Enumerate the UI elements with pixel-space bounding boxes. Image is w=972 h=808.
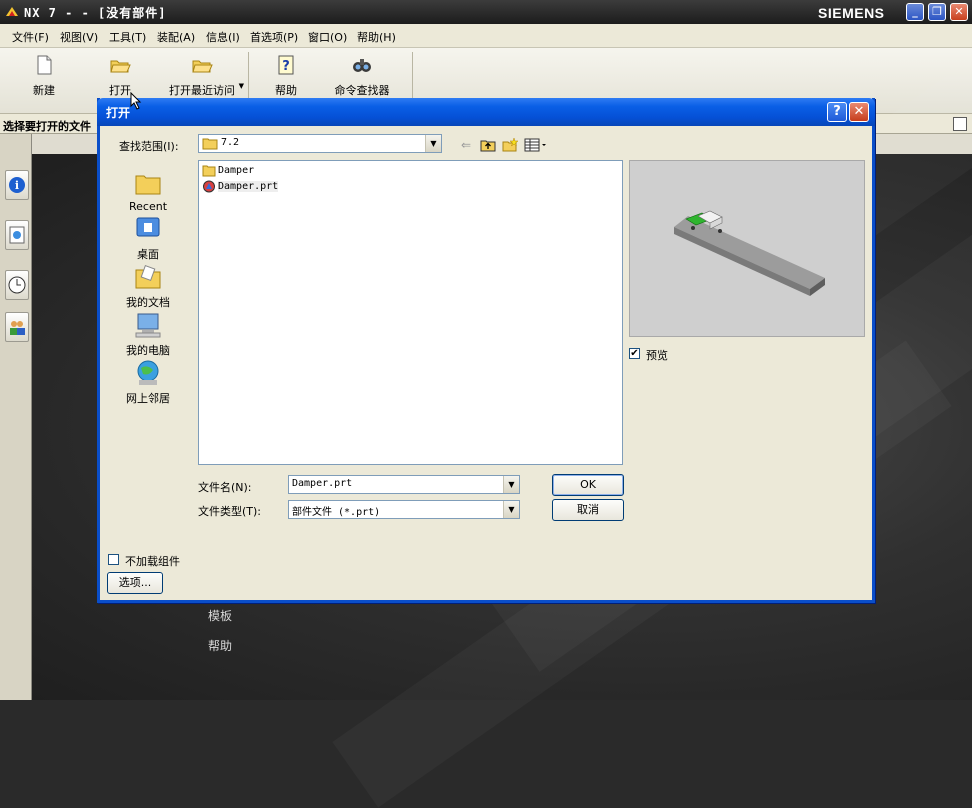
info-icon: i xyxy=(9,177,25,193)
new-file-icon xyxy=(37,55,52,75)
ok-button[interactable]: OK xyxy=(552,474,624,496)
back-icon[interactable]: ⇐ xyxy=(458,137,474,153)
new-folder-icon[interactable] xyxy=(502,137,519,153)
file-type-label: 文件类型(T): xyxy=(198,505,262,518)
mouse-cursor-icon xyxy=(130,92,142,110)
no-load-components-label: 不加载组件 xyxy=(125,555,180,568)
open-dialog: 打开 ? ✕ 查找范围(I): 7.2 ▼ ⇐ Recent 桌面 我的文档 我… xyxy=(97,98,875,603)
recent-folder-icon xyxy=(135,175,161,195)
preview-checkbox[interactable]: ✔ xyxy=(629,348,640,359)
no-load-components-checkbox[interactable] xyxy=(108,554,119,565)
app-title: NX 7 - - [没有部件] xyxy=(24,6,167,20)
dialog-titlebar: 打开 ? ✕ xyxy=(97,98,875,126)
file-type-select[interactable]: 部件文件 (*.prt) ▼ xyxy=(288,500,520,519)
look-in-label: 查找范围(I): xyxy=(119,140,179,153)
file-list-item[interactable]: Damper.prt xyxy=(202,179,279,194)
part-preview xyxy=(629,160,865,337)
cue-text: 选择要打开的文件 xyxy=(3,120,91,133)
desktop-icon xyxy=(136,217,160,237)
dropdown-arrow-icon[interactable]: ▼ xyxy=(503,476,519,493)
network-globe-icon xyxy=(137,360,159,385)
damper-part-preview-image xyxy=(674,210,825,296)
open-recent-button[interactable]: 打开最近访问 ▼ xyxy=(164,54,244,98)
menu-preferences[interactable]: 首选项(P) xyxy=(250,29,298,45)
place-my-computer[interactable]: 我的电脑 xyxy=(112,310,184,358)
open-recent-label: 打开最近访问 xyxy=(169,84,235,97)
dropdown-arrow-icon[interactable]: ▼ xyxy=(425,135,441,152)
resource-bar: i xyxy=(0,134,32,700)
place-label: Recent xyxy=(128,200,168,213)
svg-text:i: i xyxy=(15,179,19,192)
view-menu-icon[interactable] xyxy=(524,137,548,153)
place-label: 网上邻居 xyxy=(126,392,170,405)
command-finder-label: 命令查找器 xyxy=(334,84,390,97)
file-name-label: 文件名(N): xyxy=(198,481,252,494)
place-label: 我的文档 xyxy=(126,296,170,309)
minimize-button[interactable]: _ xyxy=(906,3,924,21)
menu-view[interactable]: 视图(V) xyxy=(60,29,98,45)
menu-window[interactable]: 窗口(O) xyxy=(308,29,347,45)
resource-info-tab[interactable]: i xyxy=(5,170,29,200)
file-list[interactable]: Damper Damper.prt xyxy=(198,160,623,465)
place-desktop[interactable]: 桌面 xyxy=(112,214,184,262)
resource-web-tab[interactable] xyxy=(5,220,29,250)
resource-roles-tab[interactable] xyxy=(5,312,29,342)
menu-bar: 文件(F) 视图(V) 工具(T) 装配(A) 信息(I) 首选项(P) 窗口(… xyxy=(0,24,972,48)
web-browser-icon xyxy=(9,226,25,244)
resource-history-tab[interactable] xyxy=(5,270,29,300)
nx-part-file-icon xyxy=(203,180,215,193)
close-button[interactable]: ✕ xyxy=(950,3,968,21)
file-list-item[interactable]: Damper xyxy=(202,163,254,178)
menu-assemblies[interactable]: 装配(A) xyxy=(157,29,195,45)
file-name-value: Damper.prt xyxy=(292,478,353,489)
svg-text:?: ? xyxy=(282,59,290,74)
app-titlebar: NX 7 - - [没有部件] SIEMENS _ ❐ ✕ xyxy=(0,0,972,24)
options-button[interactable]: 选项... xyxy=(107,572,163,594)
dropdown-arrow-icon[interactable]: ▼ xyxy=(239,82,244,90)
help-icon: ? xyxy=(278,55,294,75)
folder-icon xyxy=(202,138,218,150)
place-recent[interactable]: Recent xyxy=(112,168,184,213)
restore-button[interactable]: ❐ xyxy=(928,3,946,21)
command-finder-button[interactable]: 命令查找器 xyxy=(330,54,394,98)
place-label: 桌面 xyxy=(137,248,159,261)
menu-information[interactable]: 信息(I) xyxy=(206,29,240,45)
new-button[interactable]: 新建 xyxy=(20,54,68,98)
folder-icon xyxy=(202,165,216,177)
siemens-brand: SIEMENS xyxy=(818,5,885,21)
place-network[interactable]: 网上邻居 xyxy=(112,358,184,406)
look-in-value: 7.2 xyxy=(221,137,240,148)
help-button[interactable]: ? 帮助 xyxy=(262,54,310,98)
binoculars-icon xyxy=(353,59,371,72)
help-link[interactable]: 帮助 xyxy=(208,637,232,654)
open-label: 打开 xyxy=(109,84,131,97)
roles-icon xyxy=(10,321,25,335)
up-folder-icon[interactable] xyxy=(480,137,496,153)
menu-file[interactable]: 文件(F) xyxy=(12,29,49,45)
my-documents-icon xyxy=(135,265,161,289)
file-name: Damper.prt xyxy=(218,181,279,192)
new-label: 新建 xyxy=(33,84,55,97)
menu-help[interactable]: 帮助(H) xyxy=(357,29,396,45)
help-label: 帮助 xyxy=(275,84,297,97)
file-name: Damper xyxy=(218,165,255,176)
preview-label: 预览 xyxy=(646,349,668,362)
dialog-help-button[interactable]: ? xyxy=(827,102,847,122)
place-my-documents[interactable]: 我的文档 xyxy=(112,262,184,310)
template-link[interactable]: 模板 xyxy=(208,607,232,624)
open-recent-icon xyxy=(192,60,213,73)
dialog-title: 打开 xyxy=(106,106,131,120)
place-label: 我的电脑 xyxy=(126,344,170,357)
nx-logo-icon xyxy=(6,7,18,16)
cancel-button[interactable]: 取消 xyxy=(552,499,624,521)
clock-icon xyxy=(8,276,26,294)
file-name-input[interactable]: Damper.prt ▼ xyxy=(288,475,520,494)
my-computer-icon xyxy=(135,313,161,338)
menu-tools[interactable]: 工具(T) xyxy=(109,29,146,45)
dialog-close-button[interactable]: ✕ xyxy=(849,102,869,122)
open-folder-icon xyxy=(110,60,131,73)
dropdown-arrow-icon[interactable]: ▼ xyxy=(503,501,519,518)
file-type-value: 部件文件 (*.prt) xyxy=(292,507,381,518)
look-in-combo[interactable]: 7.2 ▼ xyxy=(198,134,442,153)
